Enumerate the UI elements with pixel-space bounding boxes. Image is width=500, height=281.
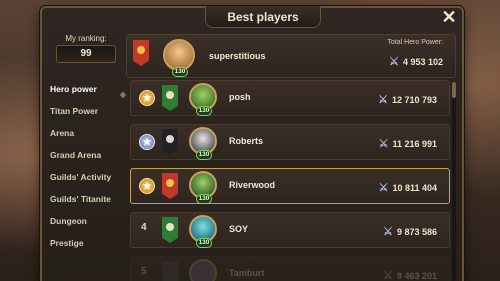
guild-banner-icon (162, 129, 178, 155)
sidebar-item-arena[interactable]: Arena (44, 122, 124, 144)
sidebar-item-guilds-activity[interactable]: Guilds' Activity (44, 166, 124, 188)
my-hero-power: ⚔ 4 953 102 (389, 55, 443, 68)
guild-banner-icon (162, 85, 178, 111)
player-hero-power: ⚔ 11 216 991 (379, 137, 437, 150)
my-ranking: My ranking: 99 (56, 34, 116, 66)
crossed-swords-icon: ⚔ (378, 94, 388, 106)
player-hero-power-value: 12 710 793 (391, 94, 437, 105)
player-level-badge: 130 (196, 106, 212, 116)
player-hero-power-value: 9 873 586 (396, 226, 437, 237)
close-icon[interactable]: ✕ (440, 8, 458, 26)
sidebar-item-grand-arena[interactable]: Grand Arena (44, 144, 124, 166)
player-hero-power: ⚔ 9 873 586 (383, 225, 437, 238)
gold-medal-icon: ★ (139, 90, 155, 106)
guild-emblem-icon (166, 223, 174, 231)
window-title: Best players (205, 6, 321, 28)
crossed-swords-icon: ⚔ (383, 270, 393, 281)
leaderboard-row[interactable]: 4 130 SOY ⚔ 9 873 586 (130, 212, 450, 248)
my-ranking-value: 99 (56, 45, 116, 63)
my-player-name: superstitious (209, 51, 266, 61)
leaderboard-row[interactable]: ★ 130 posh ⚔ 12 710 793 (130, 80, 450, 116)
crossed-swords-icon: ⚔ (378, 138, 389, 150)
sidebar-item-guilds-titanite[interactable]: Guilds' Titanite (44, 188, 124, 210)
guild-emblem-icon (166, 91, 174, 99)
sidebar-item-label: Grand Arena (50, 150, 102, 160)
sidebar-item-label: Guilds' Activity (50, 172, 112, 182)
my-hero-power-value: 4 953 102 (402, 56, 443, 67)
player-name: SOY (229, 224, 249, 234)
crossed-swords-icon: ⚔ (389, 56, 399, 68)
player-level-badge: 130 (172, 67, 188, 77)
gold-medal-icon: ★ (139, 178, 155, 194)
player-avatar[interactable] (189, 259, 217, 281)
sidebar-item-label: Prestige (50, 238, 84, 248)
player-level-badge: 130 (196, 238, 212, 248)
player-hero-power-value: 10 811 404 (392, 182, 437, 193)
my-player-row: 130 superstitious Total Hero Power: ⚔ 4 … (126, 34, 456, 78)
player-hero-power-value: 11 216 991 (392, 138, 437, 149)
player-hero-power: ⚔ 9 463 201 (383, 269, 437, 281)
guild-banner-icon (162, 217, 178, 243)
crossed-swords-icon: ⚔ (378, 182, 389, 194)
guild-banner-icon (133, 40, 149, 66)
rank-number: 5 (141, 266, 147, 277)
sidebar-item-label: Hero power (50, 84, 97, 94)
player-name: posh (229, 92, 251, 102)
category-sidebar: Hero power ◆ Titan Power Arena Grand Are… (44, 78, 126, 254)
sidebar-item-label: Dungeon (50, 216, 87, 226)
guild-banner-icon (162, 173, 178, 199)
guild-banner-icon (162, 261, 178, 281)
rank-number: 4 (141, 222, 147, 233)
scrollbar-thumb[interactable] (452, 82, 456, 98)
sidebar-item-dungeon[interactable]: Dungeon (44, 210, 124, 232)
leaderboard-list[interactable]: ★ 130 posh ⚔ 12 710 793 ★ 130 Roberts ⚔ … (130, 80, 450, 281)
player-name: Riverwood (229, 180, 276, 190)
crossed-swords-icon: ⚔ (383, 226, 393, 238)
total-hero-power-label: Total Hero Power: (387, 39, 443, 46)
player-name: Tamburt (229, 268, 265, 278)
leaderboard-row[interactable]: 5 Tamburt ⚔ 9 463 201 (130, 256, 450, 281)
sidebar-item-hero-power[interactable]: Hero power ◆ (44, 78, 126, 100)
sidebar-item-label: Arena (50, 128, 75, 138)
sidebar-item-label: Guilds' Titanite (50, 194, 111, 204)
guild-emblem-icon (137, 46, 145, 54)
sidebar-item-label: Titan Power (50, 106, 99, 116)
list-scrollbar[interactable] (452, 82, 456, 281)
silver-medal-icon: ★ (139, 134, 155, 150)
leaderboard-row[interactable]: ★ 130 Riverwood ⚔ 10 811 404 (130, 168, 450, 204)
player-level-badge: 130 (196, 150, 212, 160)
guild-emblem-icon (166, 135, 174, 143)
my-ranking-label: My ranking: (65, 34, 107, 43)
player-hero-power: ⚔ 12 710 793 (378, 93, 437, 106)
sidebar-item-prestige[interactable]: Prestige (44, 232, 124, 254)
sidebar-item-titan-power[interactable]: Titan Power (44, 100, 124, 122)
player-hero-power-value: 9 463 201 (396, 270, 437, 281)
player-level-badge: 130 (196, 194, 212, 204)
player-hero-power: ⚔ 10 811 404 (379, 181, 437, 194)
guild-emblem-icon (166, 179, 174, 187)
player-name: Roberts (229, 136, 264, 146)
leaderboard-row[interactable]: ★ 130 Roberts ⚔ 11 216 991 (130, 124, 450, 160)
